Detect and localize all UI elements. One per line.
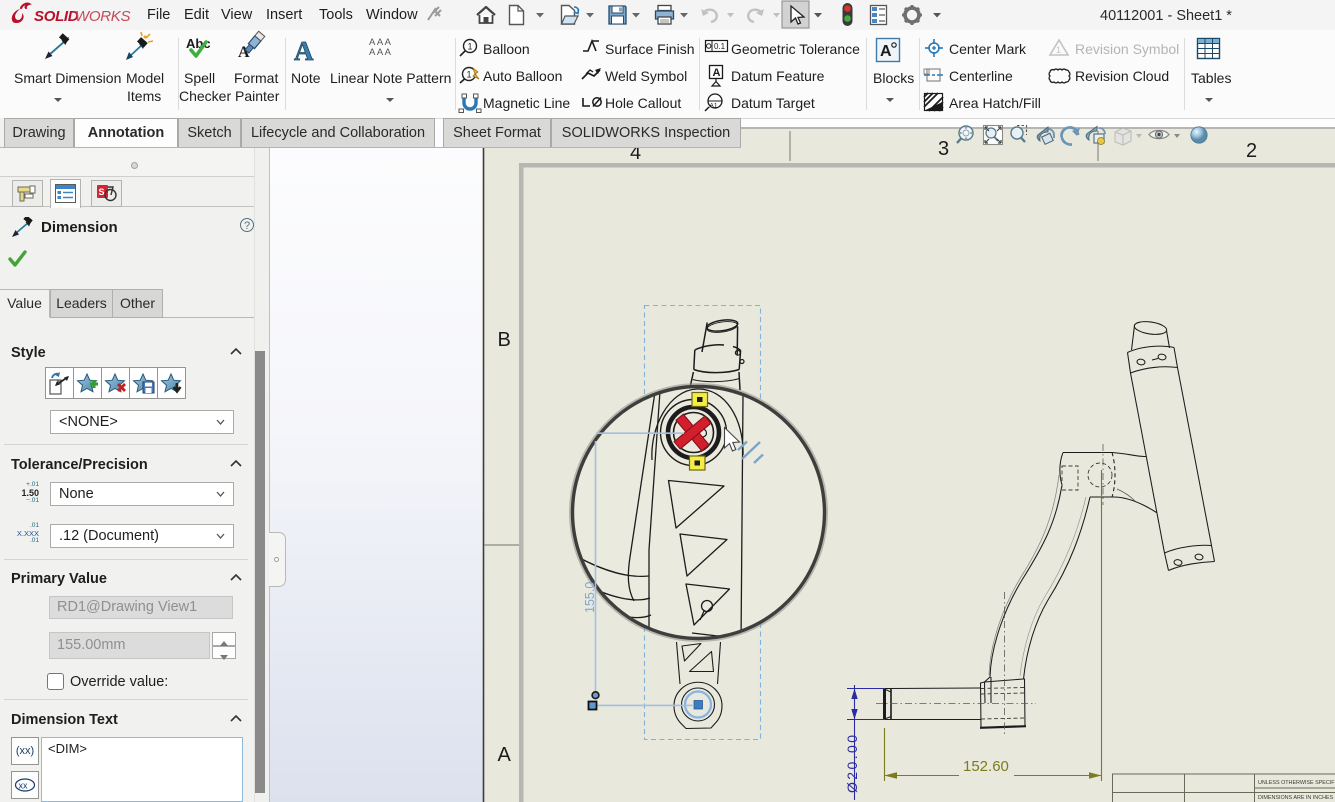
svg-text:2: 2	[1246, 140, 1257, 162]
svg-text:1: 1	[467, 70, 472, 80]
svg-text:155.0: 155.0	[583, 582, 597, 613]
svg-text:1: 1	[468, 42, 473, 52]
svg-text:DIMENSIONS ARE IN INCHES: DIMENSIONS ARE IN INCHES	[1258, 795, 1334, 801]
svg-text:1: 1	[1056, 45, 1061, 55]
svg-text:UNLESS OTHERWISE SPECIFIED:: UNLESS OTHERWISE SPECIFIED:	[1258, 780, 1335, 786]
svg-text:B: B	[498, 329, 511, 351]
svg-text:xx: xx	[19, 781, 29, 791]
svg-text:3: 3	[938, 138, 949, 160]
svg-text:152.60: 152.60	[963, 758, 1009, 775]
svg-text:A: A	[294, 36, 314, 66]
svg-text:A: A	[713, 67, 721, 79]
svg-text:Ø20.00: Ø20.00	[844, 735, 860, 793]
svg-text:WORKS: WORKS	[75, 8, 130, 25]
svg-text:0.1: 0.1	[714, 42, 726, 51]
svg-text:SOLID: SOLID	[34, 8, 79, 25]
svg-text:A1: A1	[710, 103, 718, 110]
svg-text:A: A	[880, 43, 892, 60]
svg-text:AAA: AAA	[369, 47, 393, 58]
svg-text:S: S	[99, 187, 105, 197]
svg-text:A: A	[498, 744, 512, 766]
